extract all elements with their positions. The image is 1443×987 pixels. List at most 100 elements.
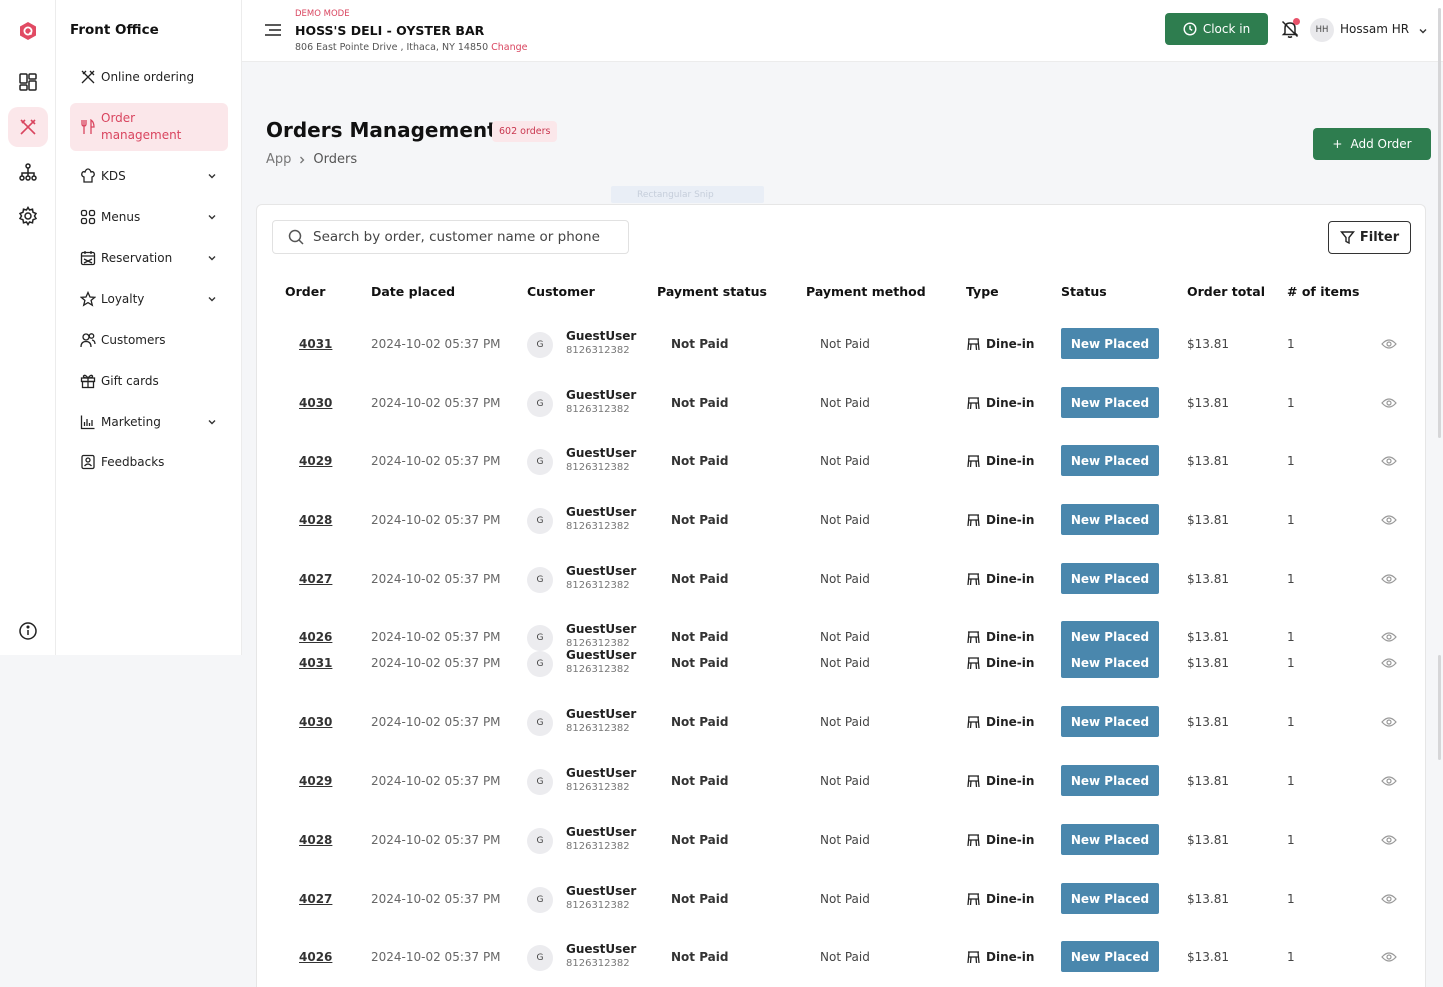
table-row[interactable]: 4029 2024-10-02 05:37 PM G GuestUser 8126312… bbox=[257, 441, 1427, 481]
table-row[interactable]: 4028 2024-10-02 05:37 PM G GuestUser 8126312… bbox=[257, 500, 1427, 540]
view-order-icon[interactable] bbox=[1381, 631, 1397, 643]
table-row[interactable]: 4028 2024-10-02 05:37 PM G GuestUser 8126312… bbox=[257, 820, 1427, 860]
customer-name: GuestUser bbox=[566, 388, 637, 402]
view-order-icon[interactable] bbox=[1381, 951, 1397, 963]
status-badge[interactable]: New Placed bbox=[1061, 445, 1159, 476]
customer-name: GuestUser bbox=[566, 825, 637, 839]
sidebar-item-order-management[interactable]: Order management bbox=[70, 103, 228, 151]
grid-icon bbox=[79, 208, 97, 226]
sidebar-item-loyalty[interactable]: Loyalty bbox=[70, 286, 228, 312]
avatar[interactable]: HH bbox=[1310, 18, 1334, 42]
status-badge[interactable]: New Placed bbox=[1061, 765, 1159, 796]
column-header-customer[interactable]: Customer bbox=[527, 284, 595, 299]
filter-button[interactable]: Filter bbox=[1328, 221, 1411, 254]
payment-method: Not Paid bbox=[820, 774, 870, 788]
table-row[interactable]: 4031 2024-10-02 05:37 PM G GuestUser 8126312… bbox=[257, 643, 1427, 683]
sidebar-item-kds[interactable]: KDS bbox=[70, 163, 228, 189]
order-number-link[interactable]: 4026 bbox=[299, 950, 332, 964]
order-number-link[interactable]: 4028 bbox=[299, 833, 332, 847]
scrollbar[interactable] bbox=[1438, 8, 1441, 438]
column-header-order[interactable]: Order bbox=[285, 284, 325, 299]
settings-icon[interactable] bbox=[8, 196, 48, 236]
order-number-link[interactable]: 4027 bbox=[299, 572, 332, 586]
sidebar-item-gift-cards[interactable]: Gift cards bbox=[70, 368, 228, 394]
logo-icon[interactable] bbox=[8, 11, 48, 51]
table-row[interactable]: 4030 2024-10-02 05:37 PM G GuestUser 8126312… bbox=[257, 383, 1427, 423]
sidebar-item-online-ordering[interactable]: Online ordering bbox=[70, 64, 228, 90]
customer-name: GuestUser bbox=[566, 648, 637, 662]
info-icon[interactable] bbox=[8, 611, 48, 651]
order-icon[interactable] bbox=[8, 107, 48, 147]
column-header-date[interactable]: Date placed bbox=[371, 284, 455, 299]
clock-in-button[interactable]: Clock in bbox=[1165, 13, 1268, 45]
table-row[interactable]: 4031 2024-10-02 05:37 PM G GuestUser 8126312… bbox=[257, 324, 1427, 364]
sidebar-item-reservation[interactable]: Reservation bbox=[70, 245, 228, 271]
column-header-payment-status[interactable]: Payment status bbox=[657, 284, 767, 299]
order-number-link[interactable]: 4026 bbox=[299, 630, 332, 644]
sidebar-item-marketing[interactable]: Marketing bbox=[70, 409, 228, 435]
view-order-icon[interactable] bbox=[1381, 514, 1397, 526]
scrollbar[interactable] bbox=[1438, 655, 1441, 760]
view-order-icon[interactable] bbox=[1381, 775, 1397, 787]
status-badge[interactable]: New Placed bbox=[1061, 941, 1159, 972]
status-badge[interactable]: New Placed bbox=[1061, 504, 1159, 535]
user-name[interactable]: Hossam HR bbox=[1340, 22, 1409, 36]
status-badge[interactable]: New Placed bbox=[1061, 883, 1159, 914]
date-placed: 2024-10-02 05:37 PM bbox=[371, 337, 501, 351]
payment-method: Not Paid bbox=[820, 630, 870, 644]
status-badge[interactable]: New Placed bbox=[1061, 706, 1159, 737]
order-number-link[interactable]: 4028 bbox=[299, 513, 332, 527]
column-header-items[interactable]: # of items bbox=[1287, 284, 1359, 299]
order-number-link[interactable]: 4030 bbox=[299, 396, 332, 410]
view-order-icon[interactable] bbox=[1381, 338, 1397, 350]
sidebar-item-feedbacks[interactable]: Feedbacks bbox=[70, 449, 228, 475]
status-badge[interactable]: New Placed bbox=[1061, 563, 1159, 594]
add-order-button[interactable]: + Add Order bbox=[1313, 128, 1431, 160]
sidebar-item-menus[interactable]: Menus bbox=[70, 204, 228, 230]
order-type: Dine-in bbox=[966, 833, 1034, 847]
table-row[interactable]: 4027 2024-10-02 05:37 PM G GuestUser 8126312… bbox=[257, 879, 1427, 919]
dashboard-icon[interactable] bbox=[8, 62, 48, 102]
status-badge[interactable]: New Placed bbox=[1061, 647, 1159, 678]
status-badge[interactable]: New Placed bbox=[1061, 387, 1159, 418]
view-order-icon[interactable] bbox=[1381, 573, 1397, 585]
table-row[interactable]: 4027 2024-10-02 05:37 PM G GuestUser 8126312… bbox=[257, 559, 1427, 599]
view-order-icon[interactable] bbox=[1381, 397, 1397, 409]
view-order-icon[interactable] bbox=[1381, 657, 1397, 669]
table-row[interactable]: 4026 2024-10-02 05:37 PM G GuestUser 8126312… bbox=[257, 937, 1427, 977]
item-count: 1 bbox=[1287, 396, 1295, 410]
search-input[interactable]: Search by order, customer name or phone bbox=[272, 220, 629, 254]
customer-avatar: G bbox=[527, 769, 553, 795]
order-type-label: Dine-in bbox=[986, 715, 1035, 729]
table-row[interactable]: 4030 2024-10-02 05:37 PM G GuestUser 8126312… bbox=[257, 702, 1427, 742]
item-count: 1 bbox=[1287, 630, 1295, 644]
order-number-link[interactable]: 4031 bbox=[299, 656, 332, 670]
order-type-label: Dine-in bbox=[986, 774, 1035, 788]
column-header-type[interactable]: Type bbox=[966, 284, 999, 299]
order-number-link[interactable]: 4029 bbox=[299, 774, 332, 788]
breadcrumb-orders: Orders bbox=[313, 152, 358, 167]
sidebar-item-customers[interactable]: Customers bbox=[70, 327, 228, 353]
payment-status: Not Paid bbox=[671, 774, 729, 788]
chevron-down-icon[interactable] bbox=[1417, 25, 1429, 37]
order-number-link[interactable]: 4027 bbox=[299, 892, 332, 906]
column-header-payment-method[interactable]: Payment method bbox=[806, 284, 926, 299]
date-placed: 2024-10-02 05:37 PM bbox=[371, 715, 501, 729]
view-order-icon[interactable] bbox=[1381, 716, 1397, 728]
column-header-total[interactable]: Order total bbox=[1187, 284, 1265, 299]
customer-name: GuestUser bbox=[566, 766, 637, 780]
sitemap-icon[interactable] bbox=[8, 152, 48, 192]
column-header-status[interactable]: Status bbox=[1061, 284, 1107, 299]
order-number-link[interactable]: 4030 bbox=[299, 715, 332, 729]
breadcrumb-app[interactable]: App bbox=[266, 152, 291, 167]
view-order-icon[interactable] bbox=[1381, 834, 1397, 846]
order-number-link[interactable]: 4029 bbox=[299, 454, 332, 468]
change-location-link[interactable]: Change bbox=[491, 42, 527, 53]
view-order-icon[interactable] bbox=[1381, 455, 1397, 467]
view-order-icon[interactable] bbox=[1381, 893, 1397, 905]
menu-toggle-icon[interactable] bbox=[264, 22, 282, 38]
status-badge[interactable]: New Placed bbox=[1061, 824, 1159, 855]
order-number-link[interactable]: 4031 bbox=[299, 337, 332, 351]
table-row[interactable]: 4029 2024-10-02 05:37 PM G GuestUser 8126312… bbox=[257, 761, 1427, 801]
status-badge[interactable]: New Placed bbox=[1061, 328, 1159, 359]
